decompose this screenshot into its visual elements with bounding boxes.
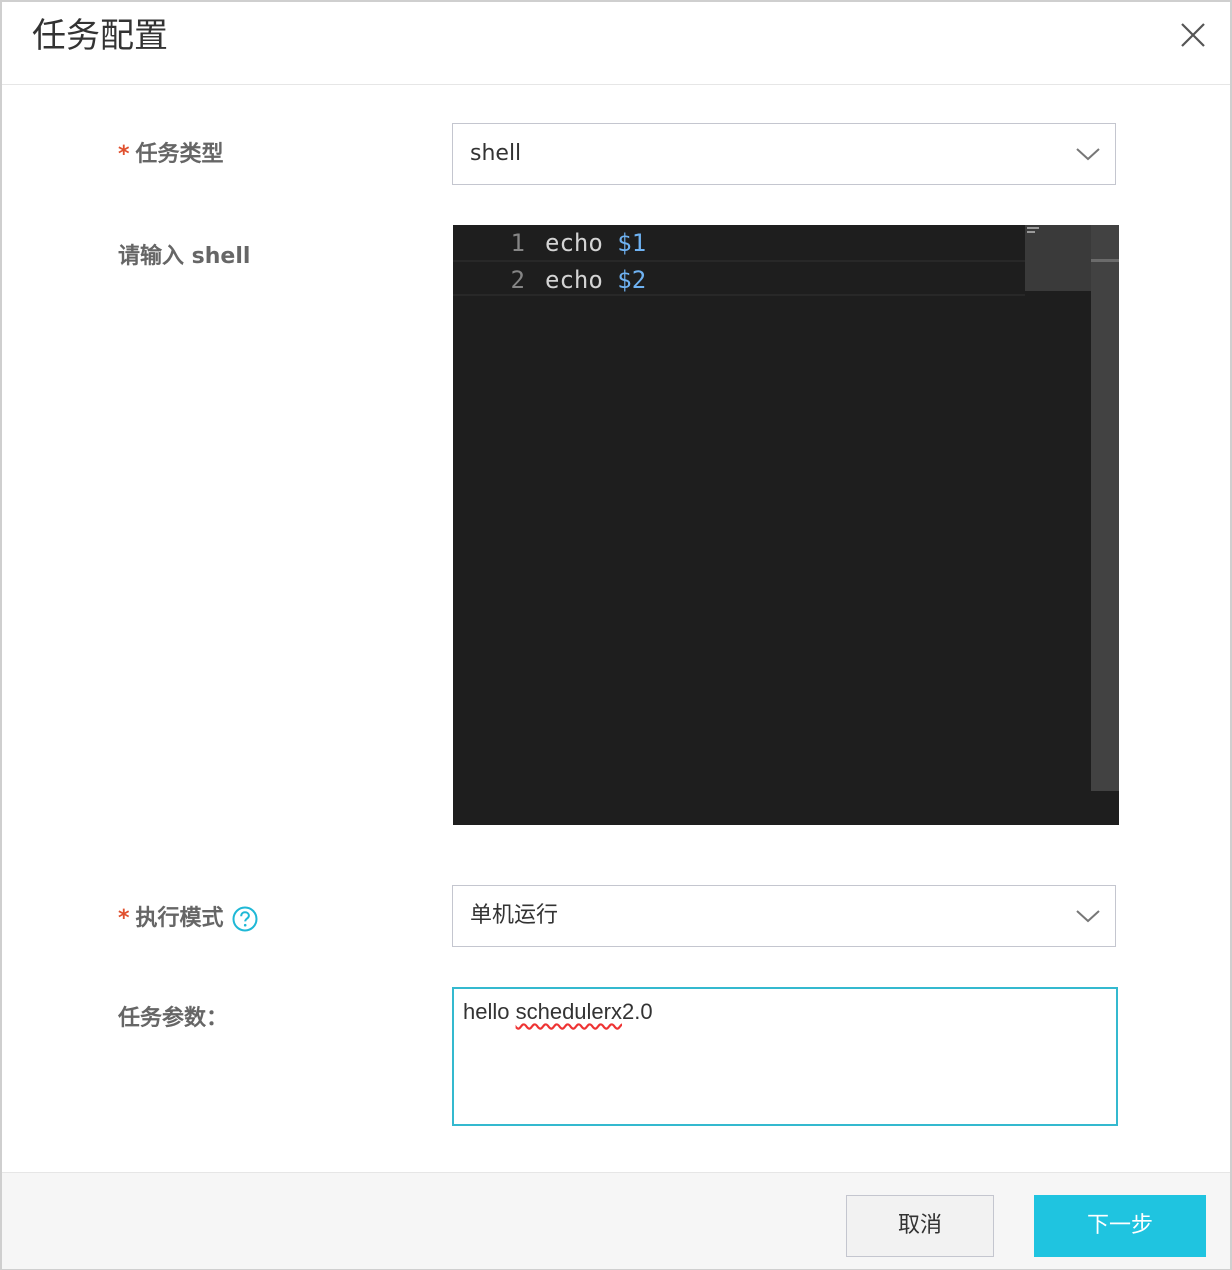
code-line: 1 echo $1 xyxy=(453,225,1025,261)
task-type-select[interactable]: shell xyxy=(452,123,1116,185)
exec-mode-value: 单机运行 xyxy=(470,903,559,928)
scrollbar-cursor-marker xyxy=(1091,259,1119,262)
chevron-down-icon xyxy=(1076,148,1100,161)
exec-mode-label-row: * 执行模式 xyxy=(118,900,258,932)
task-type-label: 任务类型 xyxy=(135,142,224,167)
dialog-header: 任务配置 xyxy=(2,2,1230,85)
line-number: 1 xyxy=(510,229,525,257)
shell-input-label: 请输入 shell xyxy=(118,244,251,269)
line-number: 2 xyxy=(510,266,525,294)
chevron-down-icon xyxy=(1076,910,1100,923)
code-text: echo $2 xyxy=(545,262,646,298)
close-button[interactable] xyxy=(1178,20,1208,50)
exec-mode-label: 执行模式 xyxy=(135,906,224,931)
required-mark: * xyxy=(118,906,130,931)
help-circle-icon[interactable] xyxy=(232,906,258,932)
task-params-value: hello schedulerx2.0 xyxy=(463,999,653,1025)
task-params-label: 任务参数： xyxy=(118,1006,229,1031)
editor-minimap[interactable] xyxy=(1025,225,1091,291)
code-text: echo $1 xyxy=(545,225,646,261)
code-variable: $1 xyxy=(617,229,647,257)
params-text-part: hello xyxy=(463,999,516,1024)
next-step-button[interactable]: 下一步 xyxy=(1034,1195,1206,1257)
task-config-dialog: 任务配置 * 任务类型 shell 请输入 shell 1 echo $1 2 e… xyxy=(0,0,1232,1270)
dialog-title: 任务配置 xyxy=(32,16,168,56)
task-type-label-row: * 任务类型 xyxy=(118,136,224,168)
task-params-textarea[interactable]: hello schedulerx2.0 xyxy=(452,987,1118,1126)
params-text-spellcheck: schedulerx xyxy=(515,999,622,1024)
code-variable: $2 xyxy=(617,266,647,294)
close-icon xyxy=(1181,23,1205,47)
code-line: 2 echo $2 xyxy=(453,260,1025,296)
exec-mode-select[interactable]: 单机运行 xyxy=(452,885,1116,947)
params-text-part: 2.0 xyxy=(621,999,653,1024)
required-mark: * xyxy=(118,142,130,167)
editor-scrollbar[interactable] xyxy=(1091,225,1119,825)
cancel-button[interactable]: 取消 xyxy=(846,1195,994,1257)
shell-code-editor[interactable]: 1 echo $1 2 echo $2 xyxy=(453,225,1119,825)
code-keyword: echo xyxy=(545,266,603,294)
scrollbar-thumb[interactable] xyxy=(1091,225,1119,791)
code-keyword: echo xyxy=(545,229,603,257)
dialog-footer: 取消 下一步 xyxy=(2,1172,1230,1269)
task-type-value: shell xyxy=(470,141,522,166)
